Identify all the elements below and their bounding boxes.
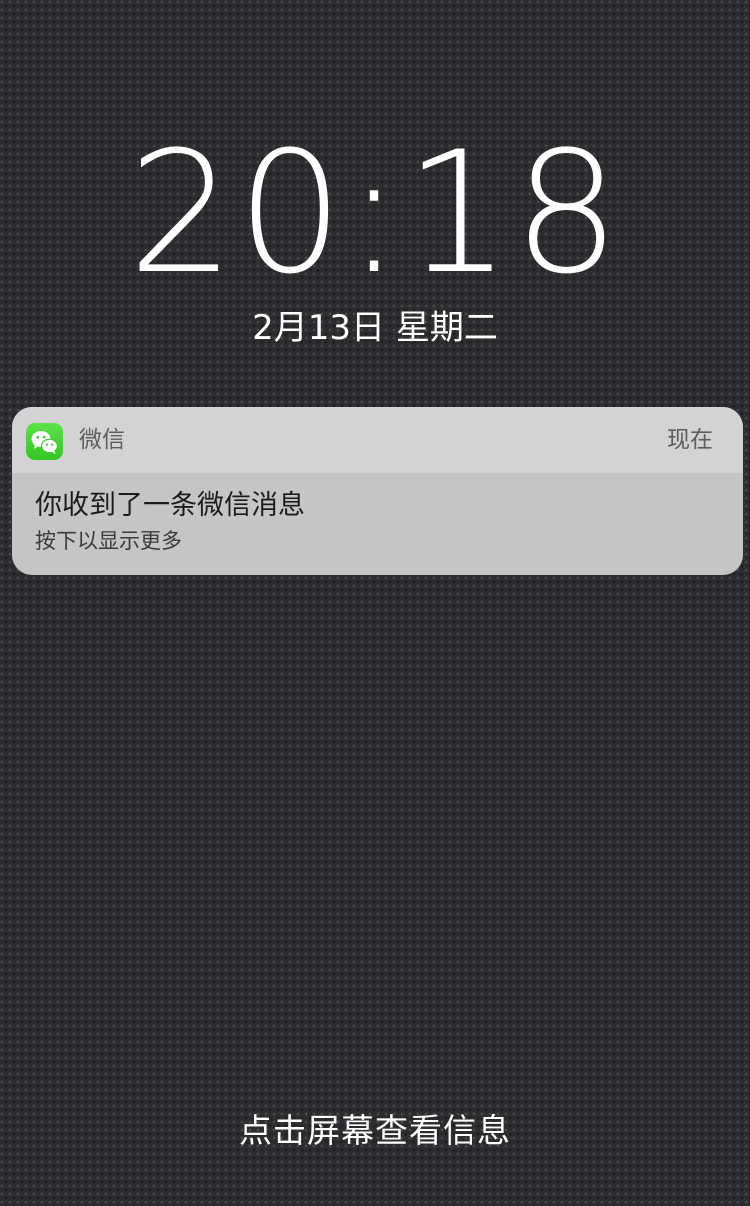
notification-title: 你收到了一条微信消息: [35, 490, 305, 521]
unlock-hint: 点击屏幕查看信息: [239, 1111, 511, 1150]
notification-time: 现在: [667, 427, 713, 453]
notification-header: 微信 现在: [12, 407, 743, 473]
clock-date: 2月13日 星期二: [252, 308, 498, 348]
notification-app-name: 微信: [79, 427, 125, 453]
wechat-notification[interactable]: 微信 现在 你收到了一条微信消息 按下以显示更多: [12, 407, 743, 575]
notification-body: 按下以显示更多: [35, 529, 182, 553]
clock-time: 20:18: [127, 115, 623, 311]
lock-screen[interactable]: 20:18 2月13日 星期二 微信 现在 你收到了一条微信消息 按下以显示更多: [0, 0, 750, 1206]
wechat-icon: [26, 423, 63, 460]
